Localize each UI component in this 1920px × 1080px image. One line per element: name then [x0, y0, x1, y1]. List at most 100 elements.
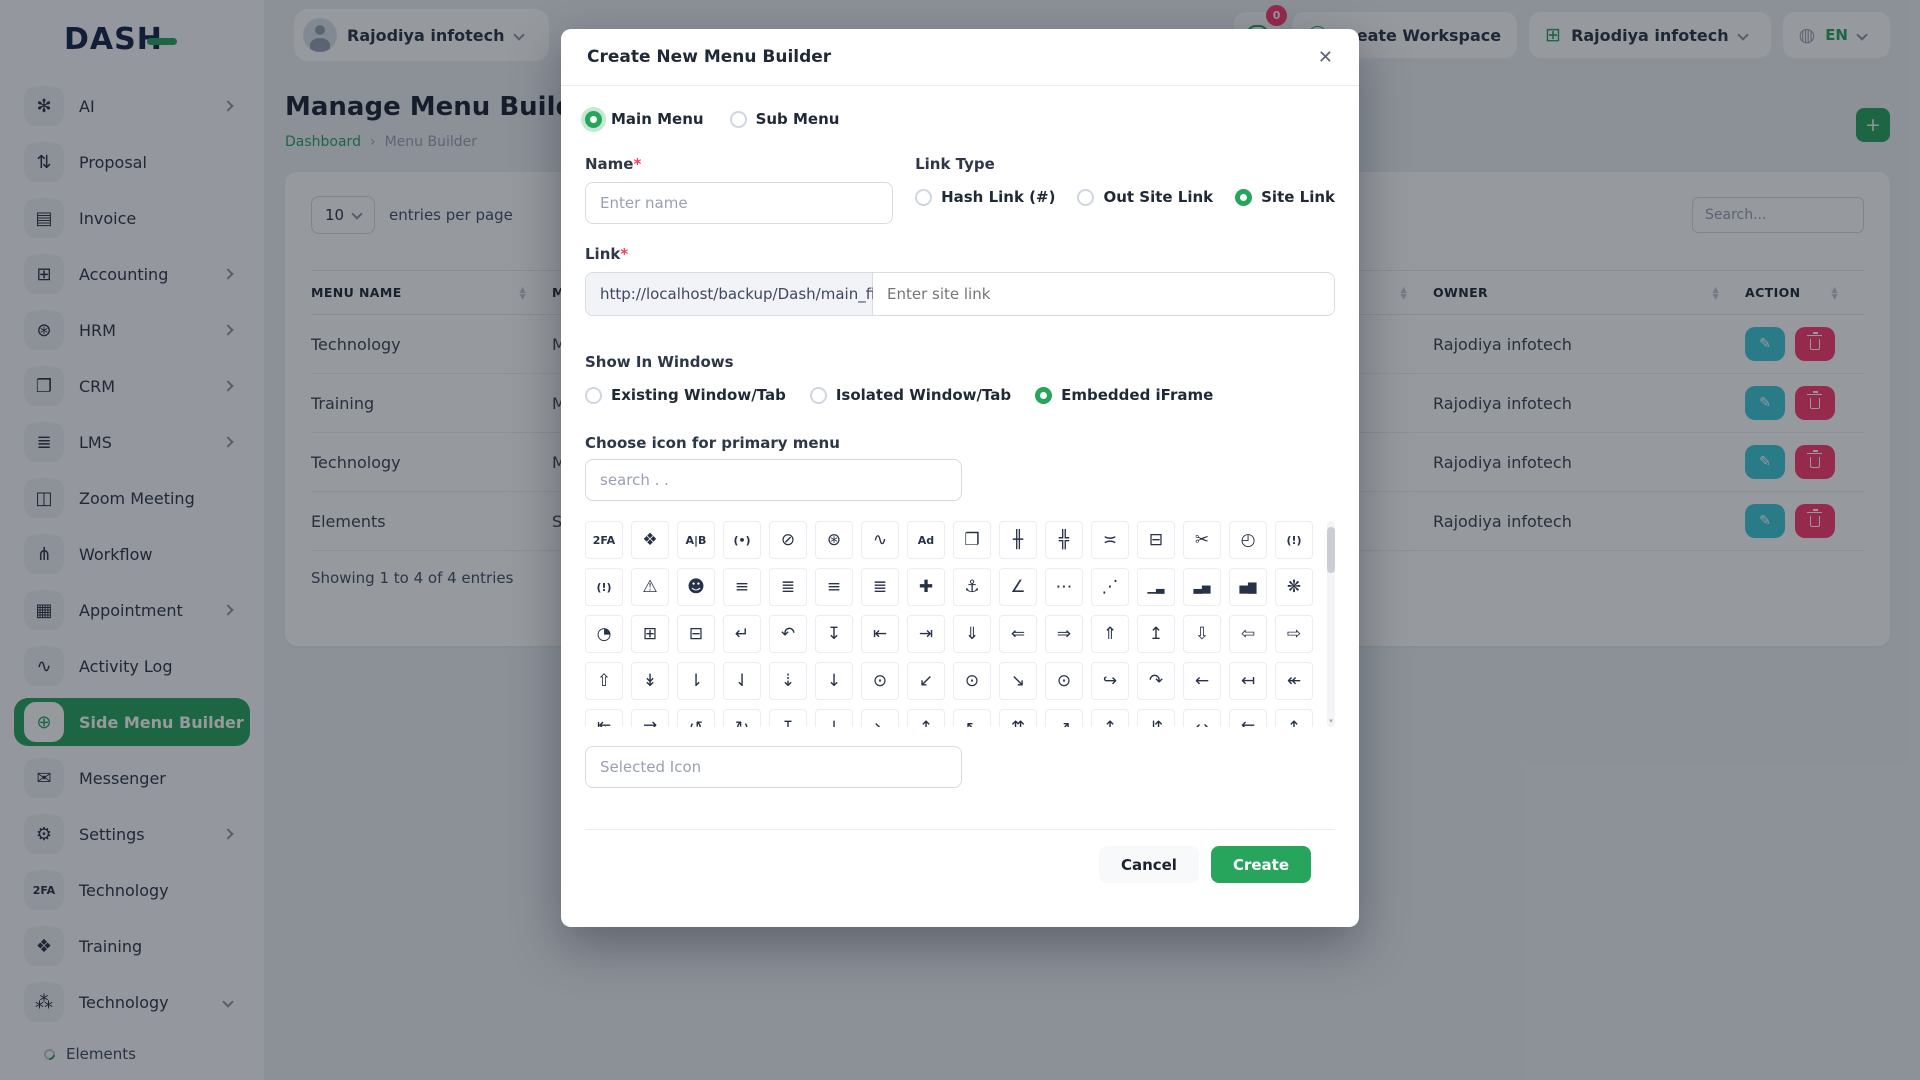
icon-option[interactable]: ↧	[815, 615, 853, 653]
icon-option[interactable]: ◴	[1229, 521, 1267, 559]
icon-option[interactable]: ↤	[1229, 662, 1267, 700]
close-icon[interactable]: ✕	[1318, 47, 1333, 68]
icon-option[interactable]: ✂	[1183, 521, 1221, 559]
radio-show-in-isolated-window-tab[interactable]: Isolated Window/Tab	[809, 386, 1011, 404]
icon-option[interactable]: ↘	[999, 662, 1037, 700]
icon-option[interactable]: ◔	[585, 615, 623, 653]
icon-option[interactable]: ↖	[953, 709, 991, 727]
icon-option[interactable]: ⊛	[815, 521, 853, 559]
icon-option[interactable]: ↔	[1183, 709, 1221, 727]
icon-option[interactable]: ↥	[1137, 615, 1175, 653]
icon-option[interactable]: 2FA	[585, 521, 623, 559]
radio-link-type-hash-link[interactable]: Hash Link (#)	[915, 188, 1055, 206]
app-screen: DASH ✻ AI ⇅ Proposal ▤ Invoice ⊞ Accounting ⊛ HRM…	[0, 0, 1920, 1080]
icon-option[interactable]: ⇂	[677, 662, 715, 700]
icon-option[interactable]: ⊞	[631, 615, 669, 653]
icon-option[interactable]: ↓	[815, 662, 853, 700]
icon-option[interactable]: ⊟	[677, 615, 715, 653]
icon-option[interactable]: ↓	[815, 709, 853, 727]
icon-option[interactable]: ⊟	[1137, 521, 1175, 559]
icon-option[interactable]: ⊙	[861, 662, 899, 700]
icon-option[interactable]: ↗	[1045, 709, 1083, 727]
icon-option[interactable]: ❐	[953, 521, 991, 559]
icon-option[interactable]: ✚	[907, 568, 945, 606]
icon-option[interactable]: ←	[1183, 662, 1221, 700]
name-input[interactable]	[585, 182, 894, 224]
icon-option[interactable]: ∿	[861, 521, 899, 559]
icon-option[interactable]: ↵	[723, 615, 761, 653]
icon-option[interactable]: ↹	[585, 709, 623, 727]
icon-option[interactable]: ↷	[1137, 662, 1175, 700]
icon-option[interactable]: ≣	[861, 568, 899, 606]
icon-option[interactable]: ↙	[907, 662, 945, 700]
radio-icon	[585, 110, 602, 128]
icon-option[interactable]: ⚓	[953, 568, 991, 606]
icon-option[interactable]: ↺	[677, 709, 715, 727]
icon-option[interactable]: ⇓	[953, 615, 991, 653]
icon-option[interactable]: (!)	[585, 568, 623, 606]
radio-menu-level-sub-menu[interactable]: Sub Menu	[729, 110, 839, 128]
icon-option[interactable]: ⋰	[1091, 568, 1129, 606]
icon-option[interactable]: ⇩	[1183, 615, 1221, 653]
icon-option[interactable]: ☻	[677, 568, 715, 606]
icon-option[interactable]: ⇒	[1045, 615, 1083, 653]
icon-option[interactable]: ⇦	[1229, 615, 1267, 653]
icon-option[interactable]: ↧	[769, 709, 807, 727]
radio-show-in-existing-window-tab[interactable]: Existing Window/Tab	[585, 386, 786, 404]
icon-option[interactable]: ⇐	[999, 615, 1037, 653]
site-link-input[interactable]	[873, 273, 1334, 315]
icon-option[interactable]: ↶	[769, 615, 807, 653]
icon-option[interactable]: ⊙	[1045, 662, 1083, 700]
icon-option[interactable]: ≣	[769, 568, 807, 606]
icon-option[interactable]: ≡	[815, 568, 853, 606]
icon-option[interactable]: ⇧	[585, 662, 623, 700]
icon-option[interactable]: Ad	[907, 521, 945, 559]
icon-option[interactable]: (!)	[1275, 521, 1313, 559]
icon-option[interactable]: ⇣	[769, 662, 807, 700]
menu-level-radios: Main Menu Sub Menu	[585, 110, 1335, 128]
icon-option[interactable]: ⇥	[907, 615, 945, 653]
icon-option[interactable]: ⊘	[769, 521, 807, 559]
icon-option[interactable]: ⇃	[723, 662, 761, 700]
icon-option[interactable]: ⇵	[1137, 709, 1175, 727]
icon-option[interactable]: ↘	[861, 709, 899, 727]
icon-option[interactable]: ⇨	[1275, 615, 1313, 653]
icon-option[interactable]: ↻	[723, 709, 761, 727]
icon-option[interactable]: ▃▅	[1183, 568, 1221, 606]
icon-option[interactable]: ⋯	[1045, 568, 1083, 606]
icon-option[interactable]: ⇆	[1229, 709, 1267, 727]
icon-option[interactable]: ⊙	[953, 662, 991, 700]
icon-option[interactable]: ▁▃	[1137, 568, 1175, 606]
radio-link-type-out-site-link[interactable]: Out Site Link	[1077, 188, 1213, 206]
icon-option[interactable]: ∠	[999, 568, 1037, 606]
icon-option[interactable]: ❖	[631, 521, 669, 559]
icon-option[interactable]: ≍	[1091, 521, 1129, 559]
icon-option[interactable]: ❋	[1275, 568, 1313, 606]
scrollbar-down-arrow[interactable]: ▾	[1327, 717, 1335, 725]
icon-option[interactable]: ▅▇	[1229, 568, 1267, 606]
icon-option[interactable]: ⚠	[631, 568, 669, 606]
icon-option[interactable]: ⇤	[861, 615, 899, 653]
radio-menu-level-main-menu[interactable]: Main Menu	[585, 110, 704, 128]
icon-option[interactable]: A|B	[677, 521, 715, 559]
icon-search-input[interactable]	[585, 459, 962, 501]
icon-option[interactable]: ╬	[1045, 521, 1083, 559]
icon-option[interactable]: (•)	[723, 521, 761, 559]
icon-option[interactable]: ↑	[907, 709, 945, 727]
scrollbar-thumb[interactable]	[1327, 527, 1335, 573]
icon-option[interactable]: ⇈	[999, 709, 1037, 727]
radio-show-in-embedded-iframe[interactable]: Embedded iFrame	[1035, 386, 1213, 404]
icon-option[interactable]: ↡	[631, 662, 669, 700]
icon-option[interactable]: ↞	[1275, 662, 1313, 700]
icon-option[interactable]: ╫	[999, 521, 1037, 559]
cancel-button[interactable]: Cancel	[1098, 846, 1199, 883]
radio-link-type-site-link[interactable]: Site Link	[1235, 188, 1335, 206]
selected-icon-input[interactable]	[585, 746, 962, 788]
icon-option[interactable]: ↥	[1275, 709, 1313, 727]
icon-option[interactable]: ↪	[1091, 662, 1129, 700]
icon-option[interactable]: ≡	[723, 568, 761, 606]
icon-option[interactable]: ⇄	[631, 709, 669, 727]
icon-option[interactable]: ⇑	[1091, 615, 1129, 653]
icon-option[interactable]: ↕	[1091, 709, 1129, 727]
create-button[interactable]: Create	[1210, 846, 1311, 883]
